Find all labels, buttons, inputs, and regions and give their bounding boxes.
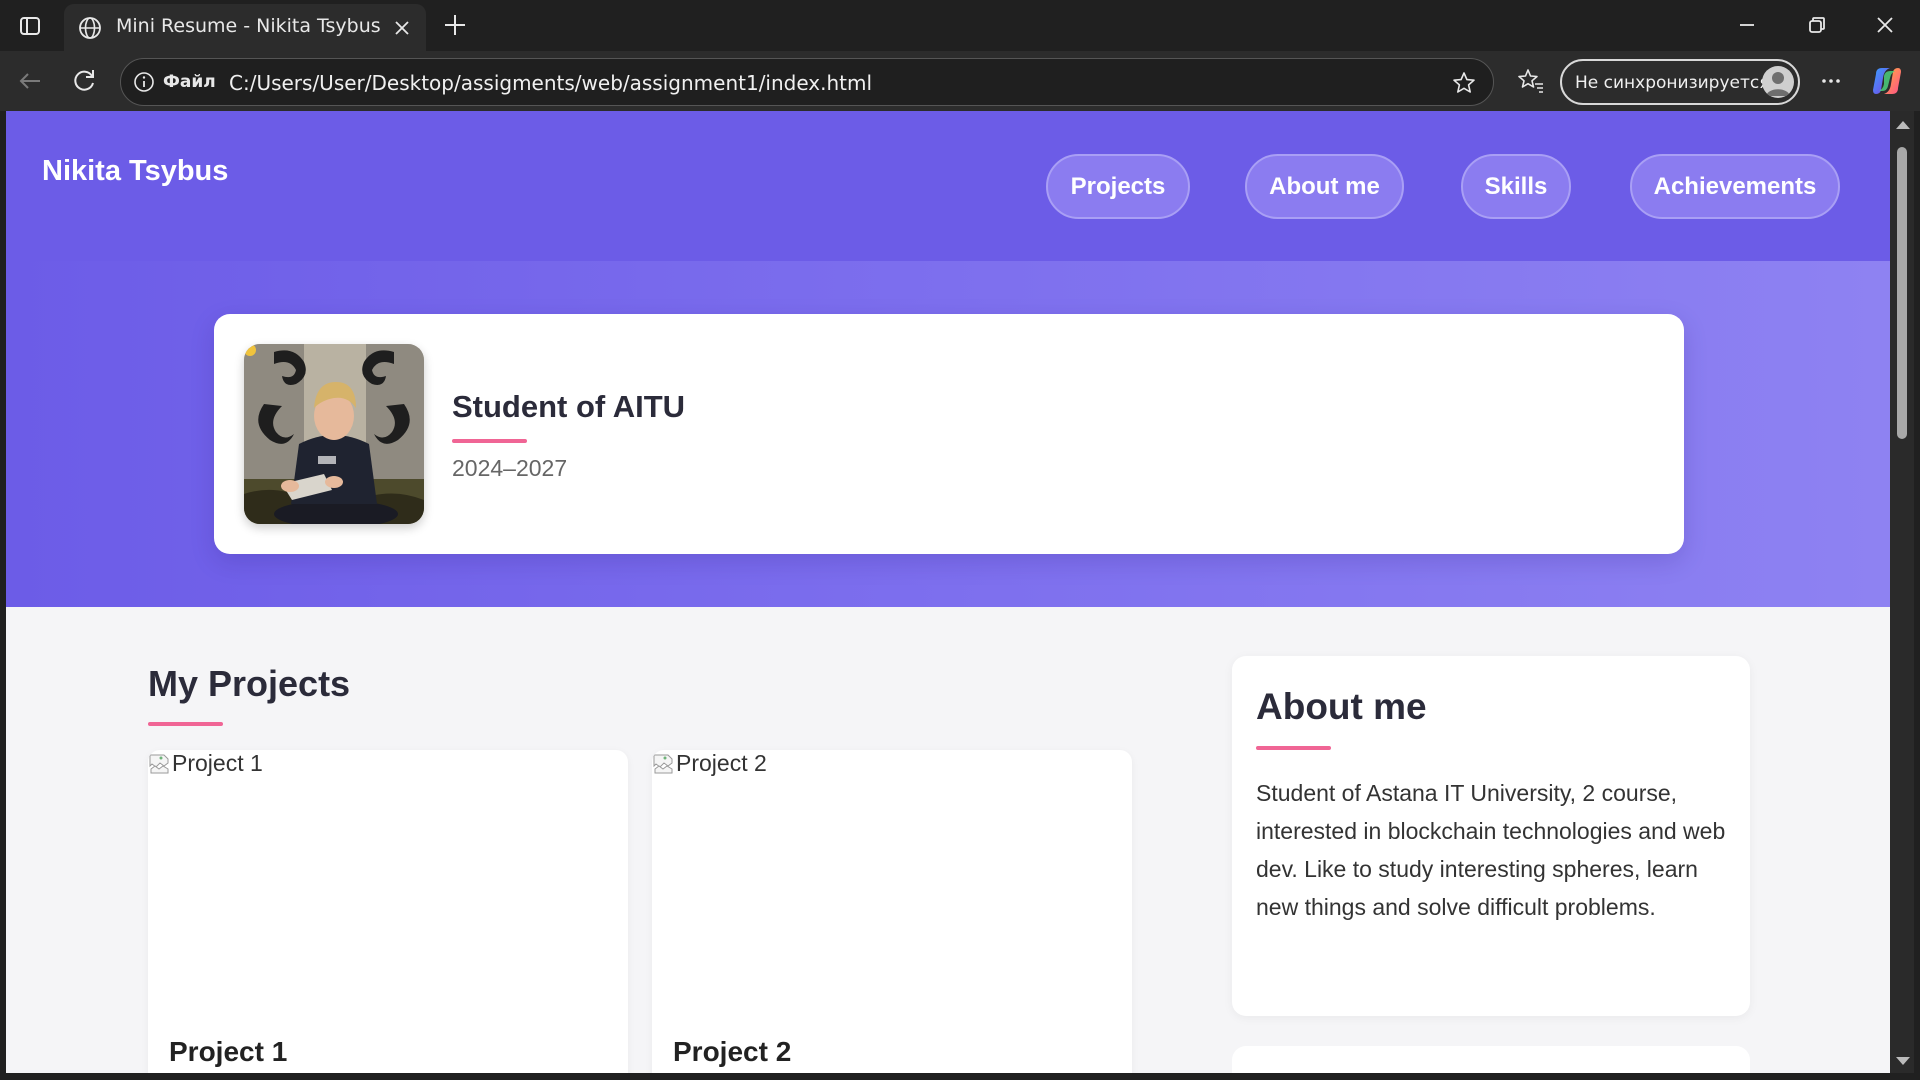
accent-underline <box>1256 746 1331 750</box>
project-image-alt-text: Project 1 <box>172 750 263 776</box>
hero-title: Student of AITU <box>452 389 686 424</box>
favorites-icon[interactable] <box>1516 66 1546 96</box>
copilot-icon[interactable] <box>1870 64 1904 98</box>
about-card: About me Student of Astana IT University… <box>1232 656 1750 1016</box>
project-card[interactable]: Project 1 Project 1 <box>148 750 628 1073</box>
projects-section-title: My Projects <box>148 663 351 704</box>
profile-avatar-icon <box>1762 66 1794 98</box>
sync-status-label: Не синхронизируется <box>1575 73 1770 93</box>
nav-skills-button[interactable]: Skills <box>1461 154 1571 219</box>
broken-image-icon <box>652 753 674 775</box>
profile-sync-button[interactable]: Не синхронизируется <box>1560 59 1800 105</box>
new-tab-icon[interactable] <box>440 10 470 40</box>
study-years: 2024–2027 <box>452 455 568 481</box>
address-url[interactable]: C:/Users/User/Desktop/assigments/web/ass… <box>229 71 872 95</box>
project-image: Project 1 <box>148 750 263 777</box>
scroll-down-icon[interactable] <box>1896 1057 1910 1065</box>
nav-about-button[interactable]: About me <box>1245 154 1404 219</box>
about-title: About me <box>1256 686 1427 727</box>
about-text: Student of Astana IT University, 2 cours… <box>1256 780 1726 920</box>
hero-section: Student of AITU 2024–2027 <box>6 261 1890 607</box>
project-image-alt-text: Project 2 <box>676 750 767 776</box>
site-info-icon[interactable] <box>133 71 155 93</box>
site-header: Nikita Tsybus Projects About me Skills A… <box>6 111 1890 261</box>
favorite-star-icon[interactable] <box>1451 70 1477 96</box>
close-window-icon[interactable] <box>1872 12 1898 38</box>
tab-title: Mini Resume - Nikita Tsybus <box>116 15 381 37</box>
project-image: Project 2 <box>652 750 767 777</box>
close-tab-icon[interactable] <box>390 16 414 40</box>
project-title: Project 2 <box>673 1036 792 1067</box>
project-card[interactable]: Project 2 Project 2 <box>652 750 1132 1073</box>
browser-tab[interactable]: Mini Resume - Nikita Tsybus <box>64 4 426 51</box>
more-options-icon[interactable] <box>1816 66 1846 96</box>
profile-card: Student of AITU 2024–2027 <box>214 314 1684 554</box>
tab-actions-menu-icon[interactable] <box>16 12 44 40</box>
page-viewport: Nikita Tsybus Projects About me Skills A… <box>6 111 1890 1073</box>
site-brand[interactable]: Nikita Tsybus <box>42 155 228 188</box>
accent-underline <box>452 439 527 443</box>
nav-projects-button[interactable]: Projects <box>1046 154 1190 219</box>
browser-tab-bar: Mini Resume - Nikita Tsybus <box>0 0 1920 51</box>
scroll-up-icon[interactable] <box>1896 121 1910 129</box>
address-scheme-label: Файл <box>163 72 216 92</box>
accent-underline <box>148 722 223 726</box>
page-scrollbar[interactable] <box>1890 111 1914 1073</box>
globe-icon <box>78 16 102 40</box>
profile-photo <box>244 344 424 524</box>
refresh-icon[interactable] <box>69 66 99 96</box>
browser-toolbar: Файл C:/Users/User/Desktop/assigments/we… <box>0 51 1920 111</box>
back-arrow-icon[interactable] <box>15 66 45 96</box>
nav-achievements-button[interactable]: Achievements <box>1630 154 1840 219</box>
project-title: Project 1 <box>169 1036 288 1067</box>
restore-icon[interactable] <box>1804 12 1830 38</box>
next-sidebar-card <box>1232 1046 1750 1073</box>
scrollbar-thumb[interactable] <box>1897 147 1907 439</box>
address-bar[interactable]: Файл C:/Users/User/Desktop/assigments/we… <box>120 58 1494 106</box>
broken-image-icon <box>148 753 170 775</box>
minimize-icon[interactable] <box>1734 12 1760 38</box>
